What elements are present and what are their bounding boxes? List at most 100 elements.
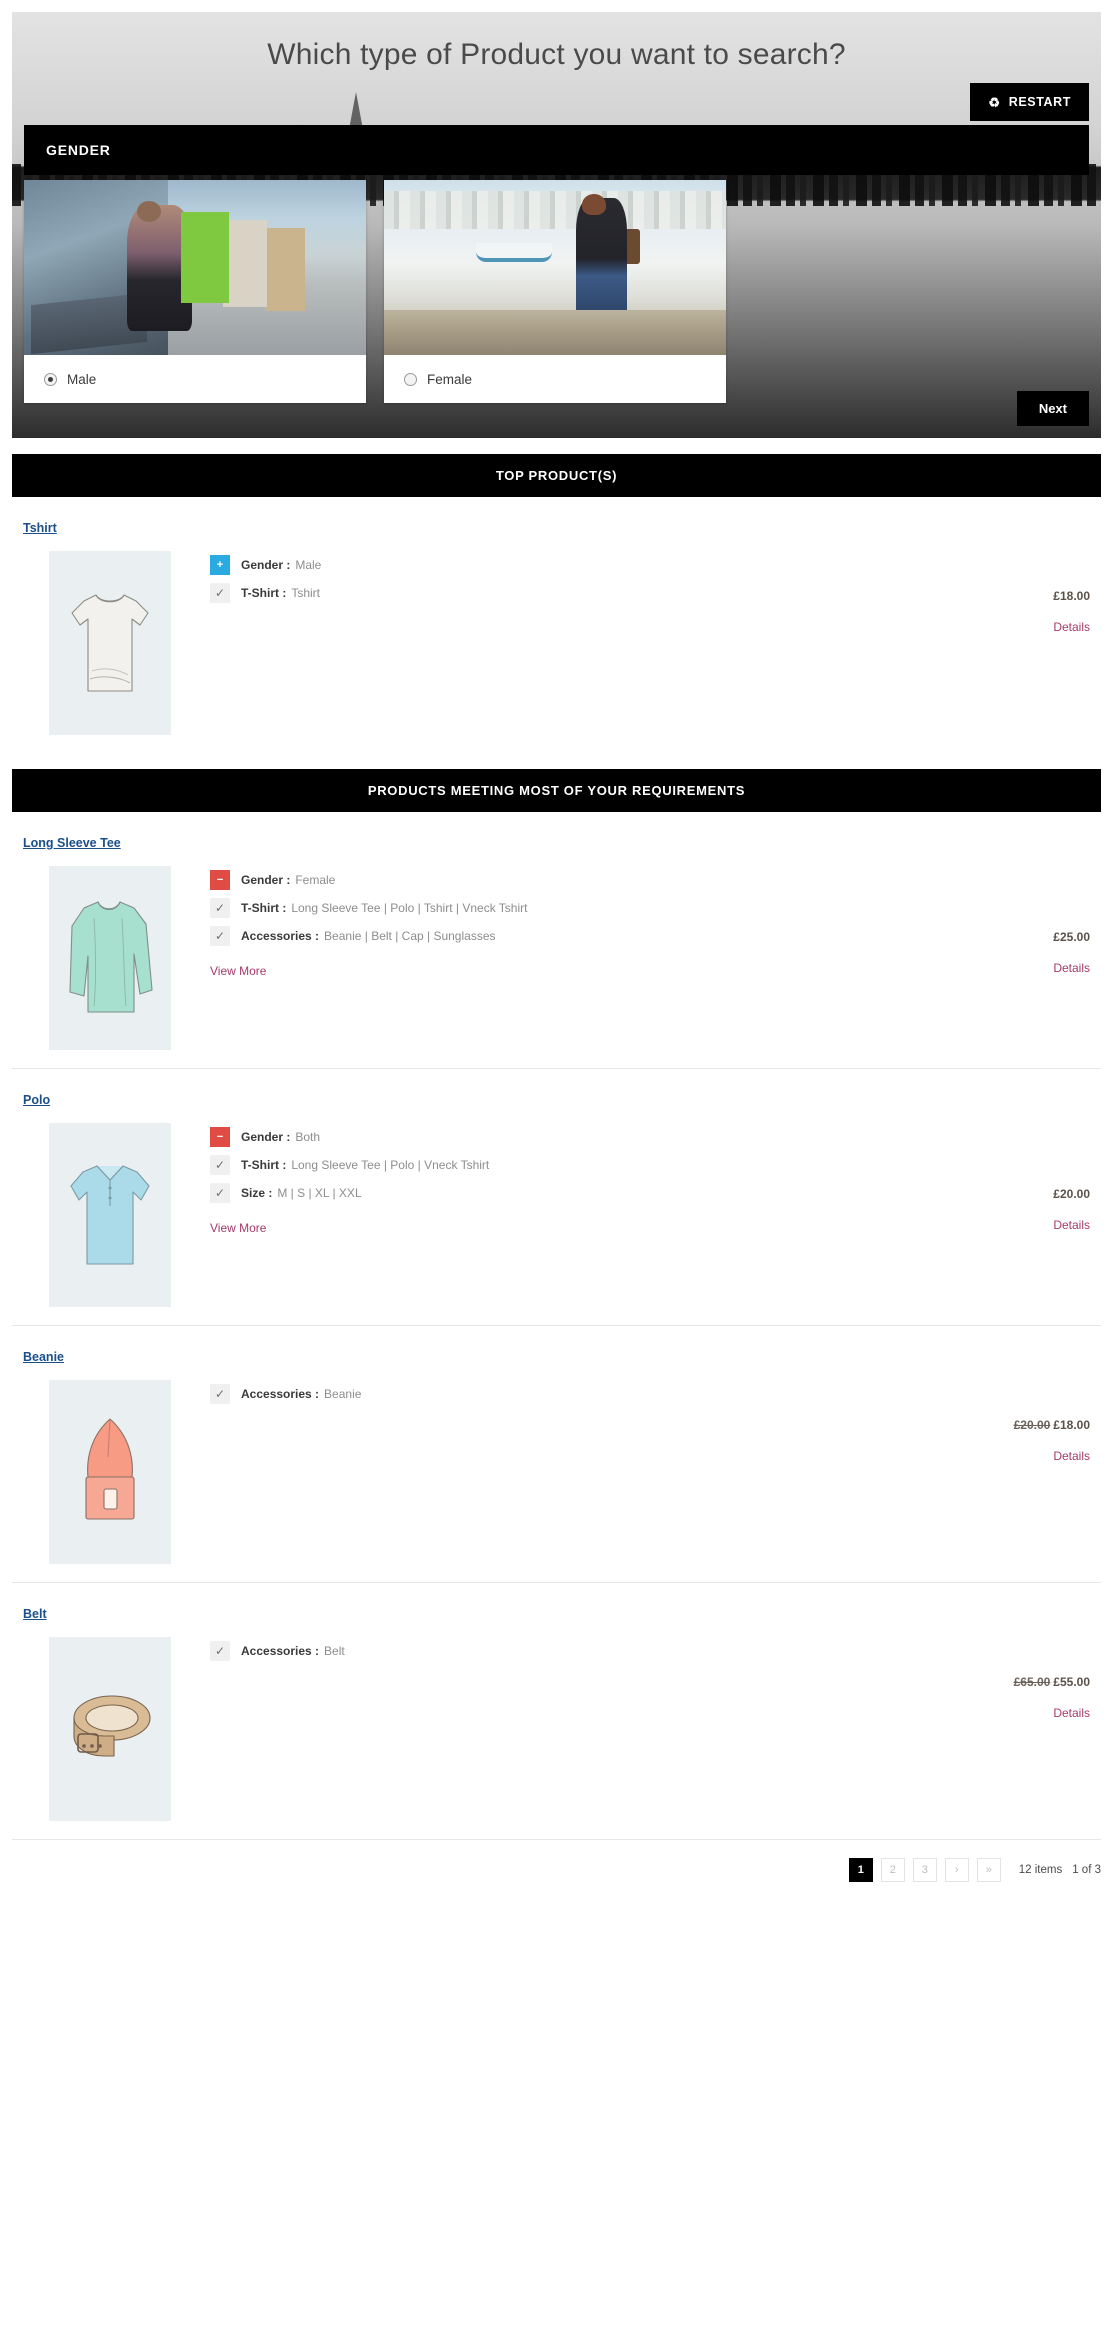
radio-female[interactable] xyxy=(404,372,417,386)
details-link[interactable]: Details xyxy=(1014,1449,1090,1463)
view-more-link[interactable]: View More xyxy=(210,964,266,978)
pagination-last-button[interactable]: » xyxy=(976,1858,1001,1882)
product-current-price: £18.00 xyxy=(1053,1418,1090,1432)
pagination-next-button[interactable]: › xyxy=(944,1858,969,1882)
product-attribute-row: ✓ T-Shirt : Long Sleeve Tee | Polo | Vneck… xyxy=(210,1155,1101,1175)
details-link[interactable]: Details xyxy=(1053,620,1090,634)
next-button[interactable]: Next xyxy=(1016,391,1089,426)
matching-products-list: Long Sleeve Tee − Gender : Female ✓ T-Shirt :… xyxy=(0,812,1113,1839)
product-attribute-row: − Gender : Female xyxy=(210,870,1101,890)
product-body: ✓ Accessories : Belt xyxy=(12,1637,1101,1821)
product-price-column: £20.00 £18.00 Details xyxy=(1014,1418,1090,1463)
section-header-top-products: TOP PRODUCT(S) xyxy=(12,454,1101,497)
attribute-value: Belt xyxy=(324,1644,345,1658)
details-link[interactable]: Details xyxy=(1014,1706,1090,1720)
product-current-price: £25.00 xyxy=(1053,930,1090,944)
attribute-value: M | S | XL | XXL xyxy=(277,1186,362,1200)
product-attribute-row: − Gender : Both xyxy=(210,1127,1101,1147)
product-attribute-row: ✓ T-Shirt : Tshirt xyxy=(210,583,1101,603)
gender-choice-row: Male Female xyxy=(24,180,1089,403)
radio-male[interactable] xyxy=(44,372,57,386)
product-attributes: − Gender : Female ✓ T-Shirt : Long Sleeve Tee… xyxy=(210,866,1101,980)
product-price-column: £65.00 £55.00 Details xyxy=(1014,1675,1090,1720)
pagination-page-of: 1 of 3 xyxy=(1072,1864,1101,1876)
product-old-price: £20.00 xyxy=(1013,1418,1051,1432)
check-icon: ✓ xyxy=(210,898,230,918)
product-name-link[interactable]: Long Sleeve Tee xyxy=(23,836,121,850)
check-icon: ✓ xyxy=(210,1183,230,1203)
attribute-key: T-Shirt : xyxy=(241,901,287,915)
product-thumbnail xyxy=(49,551,171,735)
female-photo xyxy=(384,180,726,355)
product-attribute-row: ✓ Accessories : Beanie xyxy=(210,1384,1101,1404)
attribute-key: Gender : xyxy=(241,1130,291,1144)
minus-icon: − xyxy=(210,870,230,890)
product-price-column: £20.00 Details xyxy=(1053,1187,1090,1232)
check-icon: ✓ xyxy=(210,926,230,946)
restart-button[interactable]: ♻ RESTART xyxy=(970,83,1089,121)
product-attributes: + Gender : Male ✓ T-Shirt : Tshirt xyxy=(210,551,1101,611)
male-option-label-row[interactable]: Male xyxy=(24,355,366,403)
view-more-link[interactable]: View More xyxy=(210,1221,266,1235)
attribute-value: Both xyxy=(295,1130,321,1144)
product-thumbnail xyxy=(49,1637,171,1821)
product-attributes: ✓ Accessories : Belt xyxy=(210,1637,1101,1669)
attribute-value: Tshirt xyxy=(291,586,320,600)
product-attribute-row: ✓ T-Shirt : Long Sleeve Tee | Polo | Tshir… xyxy=(210,898,1101,918)
product-item: Long Sleeve Tee − Gender : Female ✓ T-Shirt :… xyxy=(12,812,1101,1069)
product-price-column: £18.00 Details xyxy=(1053,589,1090,634)
product-body: + Gender : Male ✓ T-Shirt : Tshirt xyxy=(12,551,1101,735)
product-item: Polo − Gender : Both ✓ T-Shirt : Long Sleeve T… xyxy=(12,1069,1101,1326)
details-link[interactable]: Details xyxy=(1053,961,1090,975)
gender-wizard-hero: Which type of Product you want to search… xyxy=(12,12,1101,438)
product-name-link[interactable]: Tshirt xyxy=(23,521,57,535)
product-price: £20.00 £18.00 xyxy=(1014,1418,1090,1432)
product-current-price: £20.00 xyxy=(1053,1187,1090,1201)
male-figure-shape xyxy=(126,204,192,331)
female-option-label-row[interactable]: Female xyxy=(384,355,726,403)
pagination-info: 12 items 1 of 3 xyxy=(1019,1864,1101,1876)
product-thumbnail xyxy=(49,1123,171,1307)
product-name-link[interactable]: Belt xyxy=(23,1607,47,1621)
product-price: £65.00 £55.00 xyxy=(1014,1675,1090,1689)
pagination-page-2[interactable]: 2 xyxy=(880,1858,905,1882)
female-option-label: Female xyxy=(427,371,473,387)
attribute-key: Gender : xyxy=(241,873,291,887)
product-attribute-row: ✓ Size : M | S | XL | XXL xyxy=(210,1183,1101,1203)
male-option-label: Male xyxy=(67,371,97,387)
attribute-key: Accessories : xyxy=(241,1387,320,1401)
restart-button-label: RESTART xyxy=(1008,95,1071,109)
attribute-value: Beanie xyxy=(324,1387,362,1401)
attribute-key: T-Shirt : xyxy=(241,586,287,600)
attribute-key: Gender : xyxy=(241,558,291,572)
check-icon: ✓ xyxy=(210,1155,230,1175)
refresh-icon: ♻ xyxy=(988,94,1001,110)
product-thumbnail xyxy=(49,1380,171,1564)
attribute-value: Female xyxy=(295,873,336,887)
gender-option-female[interactable]: Female xyxy=(384,180,726,403)
plus-icon: + xyxy=(210,555,230,575)
details-link[interactable]: Details xyxy=(1053,1218,1090,1232)
attribute-value: Male xyxy=(295,558,322,572)
female-head-shape xyxy=(582,194,607,215)
attribute-key: Accessories : xyxy=(241,929,320,943)
pagination-page-1[interactable]: 1 xyxy=(848,1858,873,1882)
product-name-link[interactable]: Polo xyxy=(23,1093,50,1107)
product-name-link[interactable]: Beanie xyxy=(23,1350,64,1364)
pagination-page-3[interactable]: 3 xyxy=(912,1858,937,1882)
section-header-matching-products: PRODUCTS MEETING MOST OF YOUR REQUIREMEN… xyxy=(12,769,1101,812)
product-price-column: £25.00 Details xyxy=(1053,930,1090,975)
product-attribute-row: ✓ Accessories : Belt xyxy=(210,1641,1101,1661)
check-icon: ✓ xyxy=(210,1641,230,1661)
attribute-key: Accessories : xyxy=(241,1644,320,1658)
product-price: £18.00 xyxy=(1053,589,1090,603)
wizard-step-header: GENDER xyxy=(24,125,1089,175)
check-icon: ✓ xyxy=(210,583,230,603)
attribute-value: Beanie | Belt | Cap | Sunglasses xyxy=(324,929,496,943)
product-attributes: − Gender : Both ✓ T-Shirt : Long Sleeve Tee |… xyxy=(210,1123,1101,1237)
pagination: 1 2 3 › » 12 items 1 of 3 xyxy=(0,1840,1113,1908)
boat-shape xyxy=(476,243,552,263)
gender-option-male[interactable]: Male xyxy=(24,180,366,403)
product-attributes: ✓ Accessories : Beanie xyxy=(210,1380,1101,1412)
minus-icon: − xyxy=(210,1127,230,1147)
